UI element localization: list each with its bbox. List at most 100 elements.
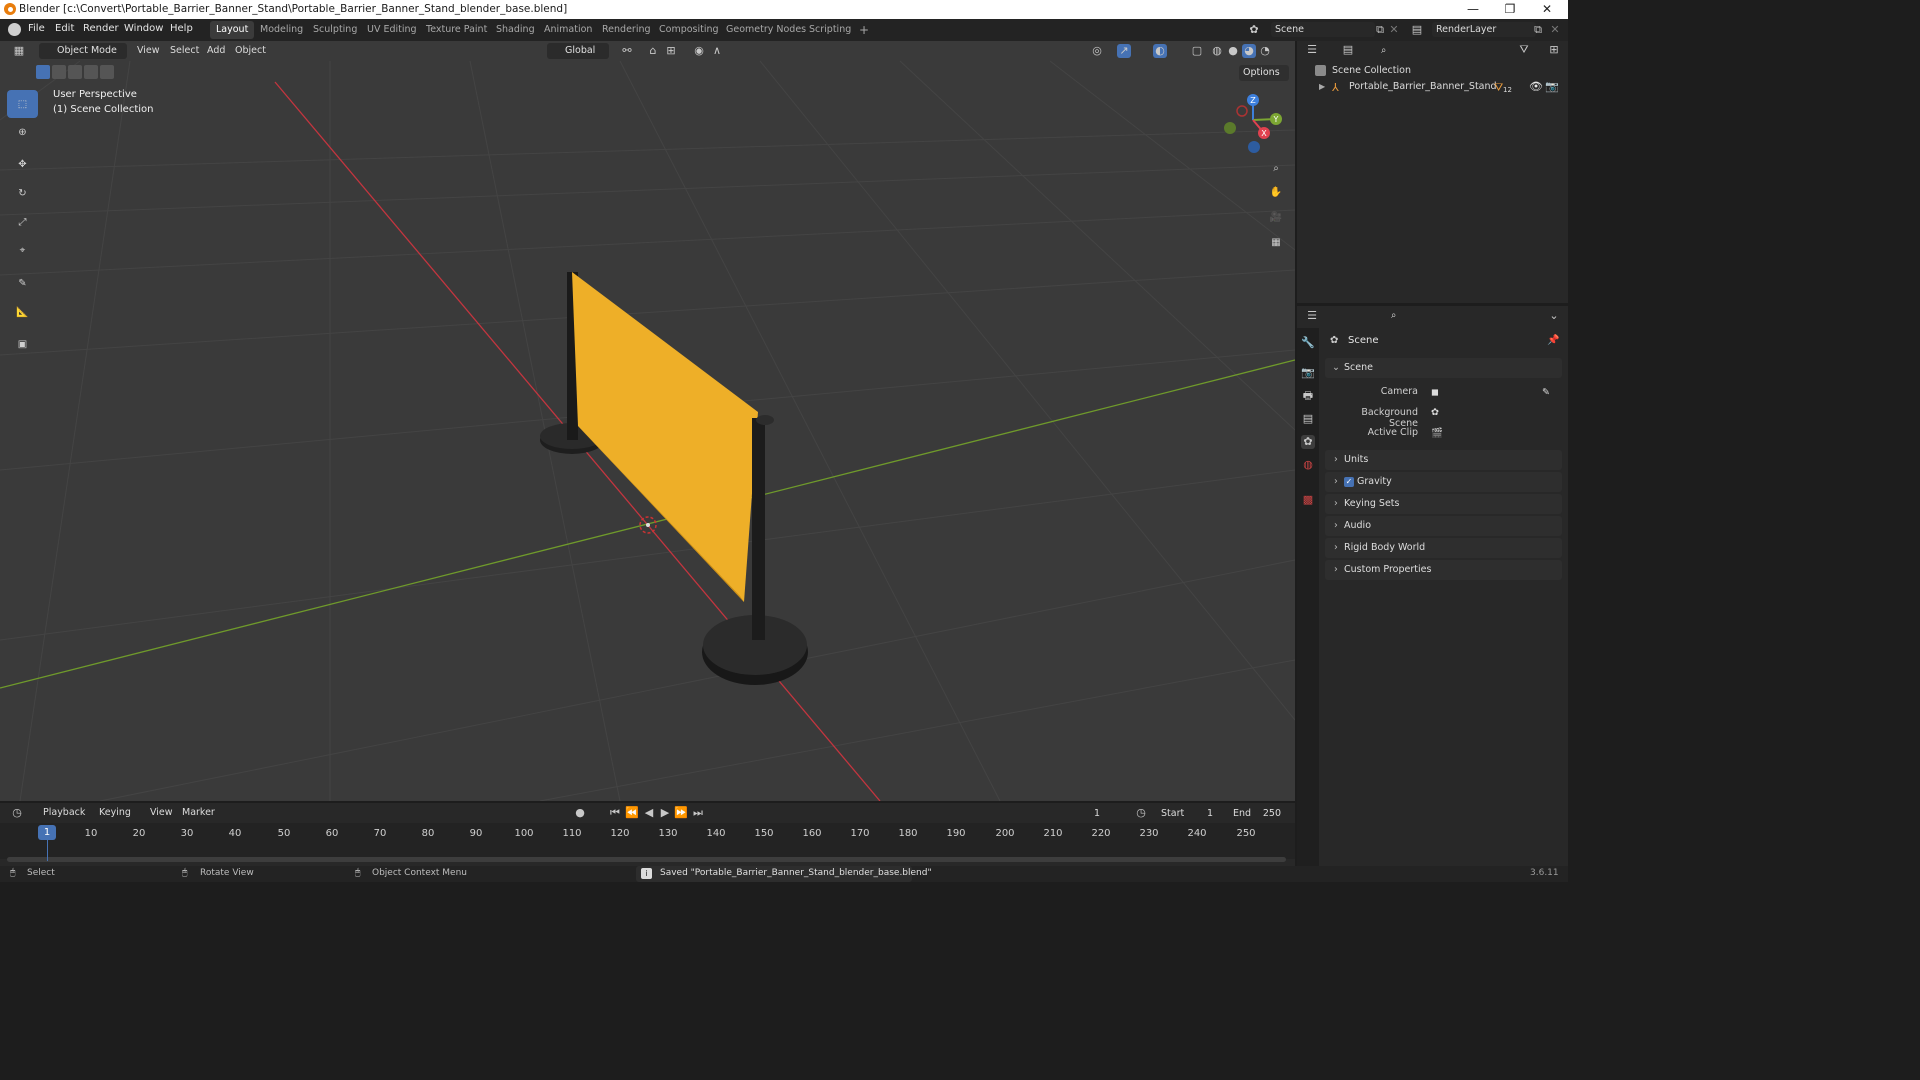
add-cube-tool[interactable]: ▣	[7, 330, 38, 358]
timeline-menu-view[interactable]: View	[150, 807, 173, 818]
delete-scene-icon[interactable]: ✕	[1387, 23, 1401, 37]
keying-sets-panel[interactable]: › Keying Sets	[1325, 494, 1562, 514]
filter-icon[interactable]: ⛛	[1517, 43, 1531, 57]
timeline-menu-keying[interactable]: Keying	[99, 807, 131, 818]
eyedropper-icon[interactable]: ✎	[1542, 385, 1550, 400]
overlay-toggle-icon[interactable]: ◐	[1153, 44, 1167, 58]
tab-rendering[interactable]: Rendering	[596, 21, 657, 39]
viewport-menu-object[interactable]: Object	[235, 45, 266, 56]
mode-dropdown[interactable]: Object Mode	[39, 43, 127, 59]
properties-search-input[interactable]: ⌕	[1387, 308, 1475, 323]
camera-view-icon[interactable]: 🎥	[1265, 206, 1287, 228]
menu-render[interactable]: Render	[83, 23, 119, 34]
properties-options-icon[interactable]: ⌄	[1547, 309, 1561, 323]
view-layer-field[interactable]: RenderLayer	[1432, 22, 1536, 37]
pan-hand-icon[interactable]: ✋	[1265, 181, 1287, 203]
wireframe-shading-icon[interactable]: ◍	[1210, 44, 1224, 58]
rotate-tool[interactable]: ↻	[7, 179, 38, 207]
minimize-button[interactable]: —	[1455, 0, 1491, 19]
scene-collection-label[interactable]: Scene Collection	[1332, 65, 1411, 76]
audio-panel[interactable]: › Audio	[1325, 516, 1562, 536]
menu-window[interactable]: Window	[124, 23, 163, 34]
gravity-panel[interactable]: › ✓ Gravity	[1325, 472, 1562, 492]
new-collection-icon[interactable]: ⊞	[1547, 43, 1561, 57]
preview-range-icon[interactable]: ◷	[1134, 806, 1148, 820]
tab-shading[interactable]: Shading	[490, 21, 541, 39]
tab-modeling[interactable]: Modeling	[254, 21, 309, 39]
units-panel[interactable]: › Units	[1325, 450, 1562, 470]
scene-name-field[interactable]: Scene	[1271, 22, 1375, 37]
menu-edit[interactable]: Edit	[55, 23, 74, 34]
active-clip-field[interactable]: 🎬	[1427, 426, 1554, 441]
select-intersect-icon[interactable]	[100, 65, 114, 79]
scene-tab-icon[interactable]: ✿	[1301, 435, 1315, 449]
transform-orientation-dropdown[interactable]: Global	[547, 43, 609, 59]
tab-uv-editing[interactable]: UV Editing	[361, 21, 423, 39]
camera-field[interactable]: ◼ ✎	[1427, 385, 1554, 400]
custom-properties-panel[interactable]: › Custom Properties	[1325, 560, 1562, 580]
select-extend-icon[interactable]	[52, 65, 66, 79]
zoom-icon[interactable]: ⌕	[1265, 157, 1287, 179]
tab-animation[interactable]: Animation	[538, 21, 598, 39]
pivot-icon[interactable]: ⚯	[620, 44, 634, 58]
maximize-button[interactable]: ❐	[1492, 0, 1528, 19]
annotate-tool[interactable]: ✎	[7, 269, 38, 297]
tab-scripting[interactable]: Scripting	[803, 21, 857, 39]
falloff-icon[interactable]: ∧	[710, 44, 724, 58]
editor-type-icon[interactable]: ▦	[12, 44, 26, 58]
measure-tool[interactable]: 📐	[7, 298, 38, 326]
gravity-checkbox[interactable]: ✓	[1344, 477, 1354, 487]
tab-geometry-nodes[interactable]: Geometry Nodes	[720, 21, 812, 39]
jump-keyframe-back-icon[interactable]: ⏪	[625, 806, 639, 820]
scene-section-header[interactable]: ⌄ Scene	[1325, 358, 1562, 378]
display-mode-icon[interactable]: ▤	[1341, 43, 1355, 57]
select-invert-icon[interactable]	[84, 65, 98, 79]
visibility-eye-icon[interactable]: 👁	[1529, 80, 1543, 93]
output-tab-icon[interactable]: 🖶	[1301, 389, 1315, 403]
right-pole[interactable]	[752, 418, 765, 640]
render-camera-icon[interactable]: 📷	[1545, 80, 1559, 93]
delete-view-layer-icon[interactable]: ✕	[1548, 23, 1562, 37]
play-icon[interactable]: ▶	[658, 806, 672, 820]
auto-keying-icon[interactable]: ●	[573, 806, 587, 820]
cursor-tool[interactable]: ⊕	[7, 118, 38, 146]
new-scene-icon[interactable]: ⧉	[1373, 23, 1387, 37]
view-layer-icon[interactable]: ▤	[1410, 23, 1424, 37]
outliner-search-input[interactable]: ⌕	[1377, 43, 1467, 58]
select-new-icon[interactable]	[36, 65, 50, 79]
select-box-tool[interactable]: ⬚	[7, 90, 38, 118]
timeline-scrollbar[interactable]	[7, 857, 1286, 862]
blender-menu-icon[interactable]	[8, 23, 21, 36]
jump-end-icon[interactable]: ⏭	[691, 806, 705, 820]
close-button[interactable]: ✕	[1529, 0, 1565, 19]
tool-tab-icon[interactable]: 🔧	[1301, 336, 1315, 350]
solid-shading-icon[interactable]: ●	[1226, 44, 1240, 58]
jump-start-icon[interactable]: ⏮	[608, 806, 622, 820]
rendered-shading-icon[interactable]: ◔	[1258, 44, 1272, 58]
viewport-menu-view[interactable]: View	[137, 45, 160, 56]
playhead-frame[interactable]: 1	[38, 825, 56, 840]
menu-file[interactable]: File	[28, 23, 45, 34]
viewport-menu-select[interactable]: Select	[170, 45, 199, 56]
transform-tool[interactable]: ⌖	[7, 236, 38, 264]
background-scene-field[interactable]: ✿	[1427, 405, 1554, 420]
new-view-layer-icon[interactable]: ⧉	[1531, 23, 1545, 37]
material-shading-icon[interactable]: ◕	[1242, 44, 1256, 58]
ortho-grid-icon[interactable]: ▦	[1265, 231, 1287, 253]
xray-icon[interactable]: ▢	[1190, 44, 1204, 58]
timeline-menu-marker[interactable]: Marker	[182, 807, 215, 818]
add-workspace-button[interactable]: +	[853, 21, 875, 39]
current-frame-field[interactable]: 1	[1068, 806, 1126, 821]
texture-tab-icon[interactable]: ▩	[1301, 493, 1315, 507]
start-frame-field[interactable]: Start 1	[1153, 806, 1219, 821]
scene-selector-icon[interactable]: ✿	[1247, 23, 1261, 37]
gizmo-toggle-icon[interactable]: ↗	[1117, 44, 1131, 58]
expand-arrow-icon[interactable]: ▶	[1319, 82, 1325, 91]
pin-icon[interactable]: 📌	[1547, 335, 1559, 346]
tab-texture-paint[interactable]: Texture Paint	[420, 21, 493, 39]
play-reverse-icon[interactable]: ◀	[642, 806, 656, 820]
render-tab-icon[interactable]: 📷	[1301, 366, 1315, 380]
outliner-object-label[interactable]: Portable_Barrier_Banner_Stand	[1349, 81, 1497, 92]
navigation-gizmo[interactable]: Z Y X	[1218, 92, 1288, 156]
viewport-menu-add[interactable]: Add	[207, 45, 225, 56]
